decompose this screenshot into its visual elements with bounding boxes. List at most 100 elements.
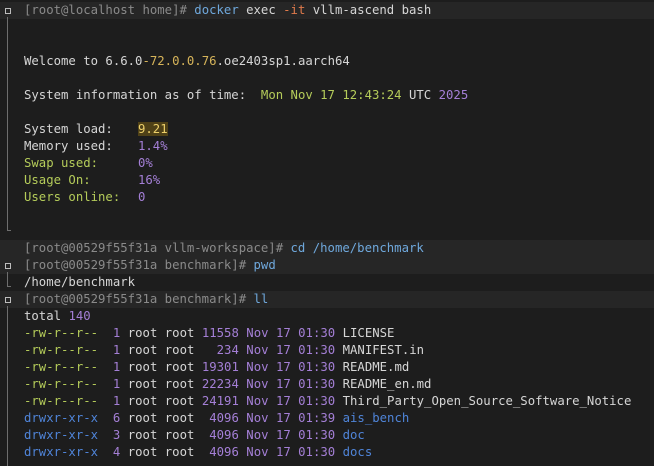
prompt-user-host: [root@00529f55f31a benchmark] xyxy=(24,292,239,306)
file-owner: root xyxy=(127,360,158,374)
file-size: 4096 xyxy=(209,411,239,425)
file-month: Nov xyxy=(246,343,269,357)
file-day: 17 xyxy=(275,445,291,459)
file-group: root xyxy=(164,428,195,442)
file-group: root xyxy=(164,343,195,357)
block-bracket xyxy=(7,306,8,466)
file-day: 17 xyxy=(275,326,291,340)
file-time: 01:39 xyxy=(298,411,336,425)
block-bracket-end xyxy=(7,286,11,287)
file-links: 4 xyxy=(112,445,121,459)
file-name[interactable]: ais_bench xyxy=(343,410,410,427)
file-group: root xyxy=(164,445,195,459)
stat-label: Users online: xyxy=(24,190,121,204)
block-marker-icon[interactable] xyxy=(5,8,11,14)
stat-row: System load: 9.21 xyxy=(24,121,168,138)
file-month: Nov xyxy=(246,377,269,391)
file-links: 1 xyxy=(112,343,121,357)
stat-row: Users online: 0 xyxy=(24,189,145,206)
block-marker-icon[interactable] xyxy=(5,263,11,269)
file-permissions: drwxr-xr-x xyxy=(24,428,99,442)
prompt-user-host: [root@00529f55f31a vllm-workspace] xyxy=(24,241,276,255)
file-day: 17 xyxy=(275,343,291,357)
stat-label: Usage On: xyxy=(24,173,91,187)
block-bracket-end xyxy=(7,230,11,231)
file-day: 17 xyxy=(275,411,291,425)
prompt-line: [root@localhost home]# docker exec -it v… xyxy=(24,2,431,19)
stat-label: Swap used: xyxy=(24,156,99,170)
block-bracket xyxy=(7,17,8,231)
file-size: 11558 xyxy=(201,326,239,340)
file-group: root xyxy=(164,326,195,340)
terminal-window[interactable]: [root@localhost home]# docker exec -it v… xyxy=(0,0,654,466)
file-links: 6 xyxy=(112,411,121,425)
kernel-version: -72.0.0.76 xyxy=(142,54,217,68)
command-name: docker xyxy=(194,3,239,17)
prompt-symbol: # xyxy=(275,241,284,255)
file-size: 234 xyxy=(216,343,239,357)
prompt-symbol: # xyxy=(238,258,247,272)
file-group: root xyxy=(164,360,195,374)
file-size: 4096 xyxy=(209,428,239,442)
sysinfo-line: System information as of time: Mon Nov 1… xyxy=(24,87,468,104)
file-day: 17 xyxy=(275,360,291,374)
file-owner: root xyxy=(127,428,158,442)
file-links: 1 xyxy=(112,326,121,340)
prompt-user-host: [root@00529f55f31a benchmark] xyxy=(24,258,239,272)
total-line: total 140 xyxy=(24,308,91,325)
file-time: 01:30 xyxy=(298,445,336,459)
block-marker-icon[interactable] xyxy=(5,297,11,303)
file-name[interactable]: Third_Party_Open_Source_Software_Notice xyxy=(343,393,632,410)
file-size: 19301 xyxy=(201,360,239,374)
file-name[interactable]: LICENSE xyxy=(343,325,395,342)
file-day: 17 xyxy=(275,428,291,442)
file-name[interactable]: README_en.md xyxy=(343,376,432,393)
stat-value: 0 xyxy=(138,190,146,204)
file-time: 01:30 xyxy=(298,343,336,357)
command-output: /home/benchmark xyxy=(24,275,136,289)
file-month: Nov xyxy=(246,360,269,374)
stat-row: Memory used: 1.4% xyxy=(24,138,168,155)
file-links: 1 xyxy=(112,360,121,374)
file-time: 01:30 xyxy=(298,360,336,374)
total-value: 140 xyxy=(68,309,91,323)
sysinfo-label: System information as of time: xyxy=(24,88,247,102)
file-owner: root xyxy=(127,343,158,357)
file-month: Nov xyxy=(246,428,269,442)
file-links: 3 xyxy=(112,428,121,442)
command-name: ll xyxy=(253,292,269,306)
stat-value: 16% xyxy=(138,173,161,187)
file-owner: root xyxy=(127,394,158,408)
file-time: 01:30 xyxy=(298,428,336,442)
file-owner: root xyxy=(127,411,158,425)
file-month: Nov xyxy=(246,394,269,408)
file-day: 17 xyxy=(275,377,291,391)
stat-row: Usage On: 16% xyxy=(24,172,160,189)
stat-value: 1.4% xyxy=(138,139,168,153)
file-month: Nov xyxy=(246,445,269,459)
prompt-user-host: [root@localhost home] xyxy=(24,3,180,17)
command-args: exec xyxy=(238,3,284,17)
file-permissions: -rw-r--r-- xyxy=(24,360,99,374)
file-name[interactable]: docs xyxy=(343,444,373,461)
file-group: root xyxy=(164,394,195,408)
welcome-text: Welcome to 6.6.0 xyxy=(24,54,143,68)
file-name[interactable]: README.md xyxy=(343,359,410,376)
file-links: 1 xyxy=(112,394,121,408)
sysinfo-date: Mon Nov 17 12:43:24 xyxy=(260,88,402,102)
file-name[interactable]: MANIFEST.in xyxy=(343,342,424,359)
welcome-line: Welcome to 6.6.0-72.0.0.76.oe2403sp1.aar… xyxy=(24,53,350,70)
file-time: 01:30 xyxy=(298,326,336,340)
stat-label: System load: xyxy=(24,122,113,136)
stat-label: Memory used: xyxy=(24,139,113,153)
command-name: pwd xyxy=(253,258,276,272)
file-group: root xyxy=(164,411,195,425)
file-size: 22234 xyxy=(201,377,239,391)
prompt-line: [root@00529f55f31a vllm-workspace]# cd /… xyxy=(24,240,424,257)
file-name[interactable]: doc xyxy=(343,427,365,444)
file-permissions: -rw-r--r-- xyxy=(24,394,99,408)
file-time: 01:30 xyxy=(298,394,336,408)
command-args: vllm-ascend bash xyxy=(305,3,432,17)
sysinfo-year: 2025 xyxy=(438,88,469,102)
prompt-line: [root@00529f55f31a benchmark]# ll xyxy=(24,291,268,308)
